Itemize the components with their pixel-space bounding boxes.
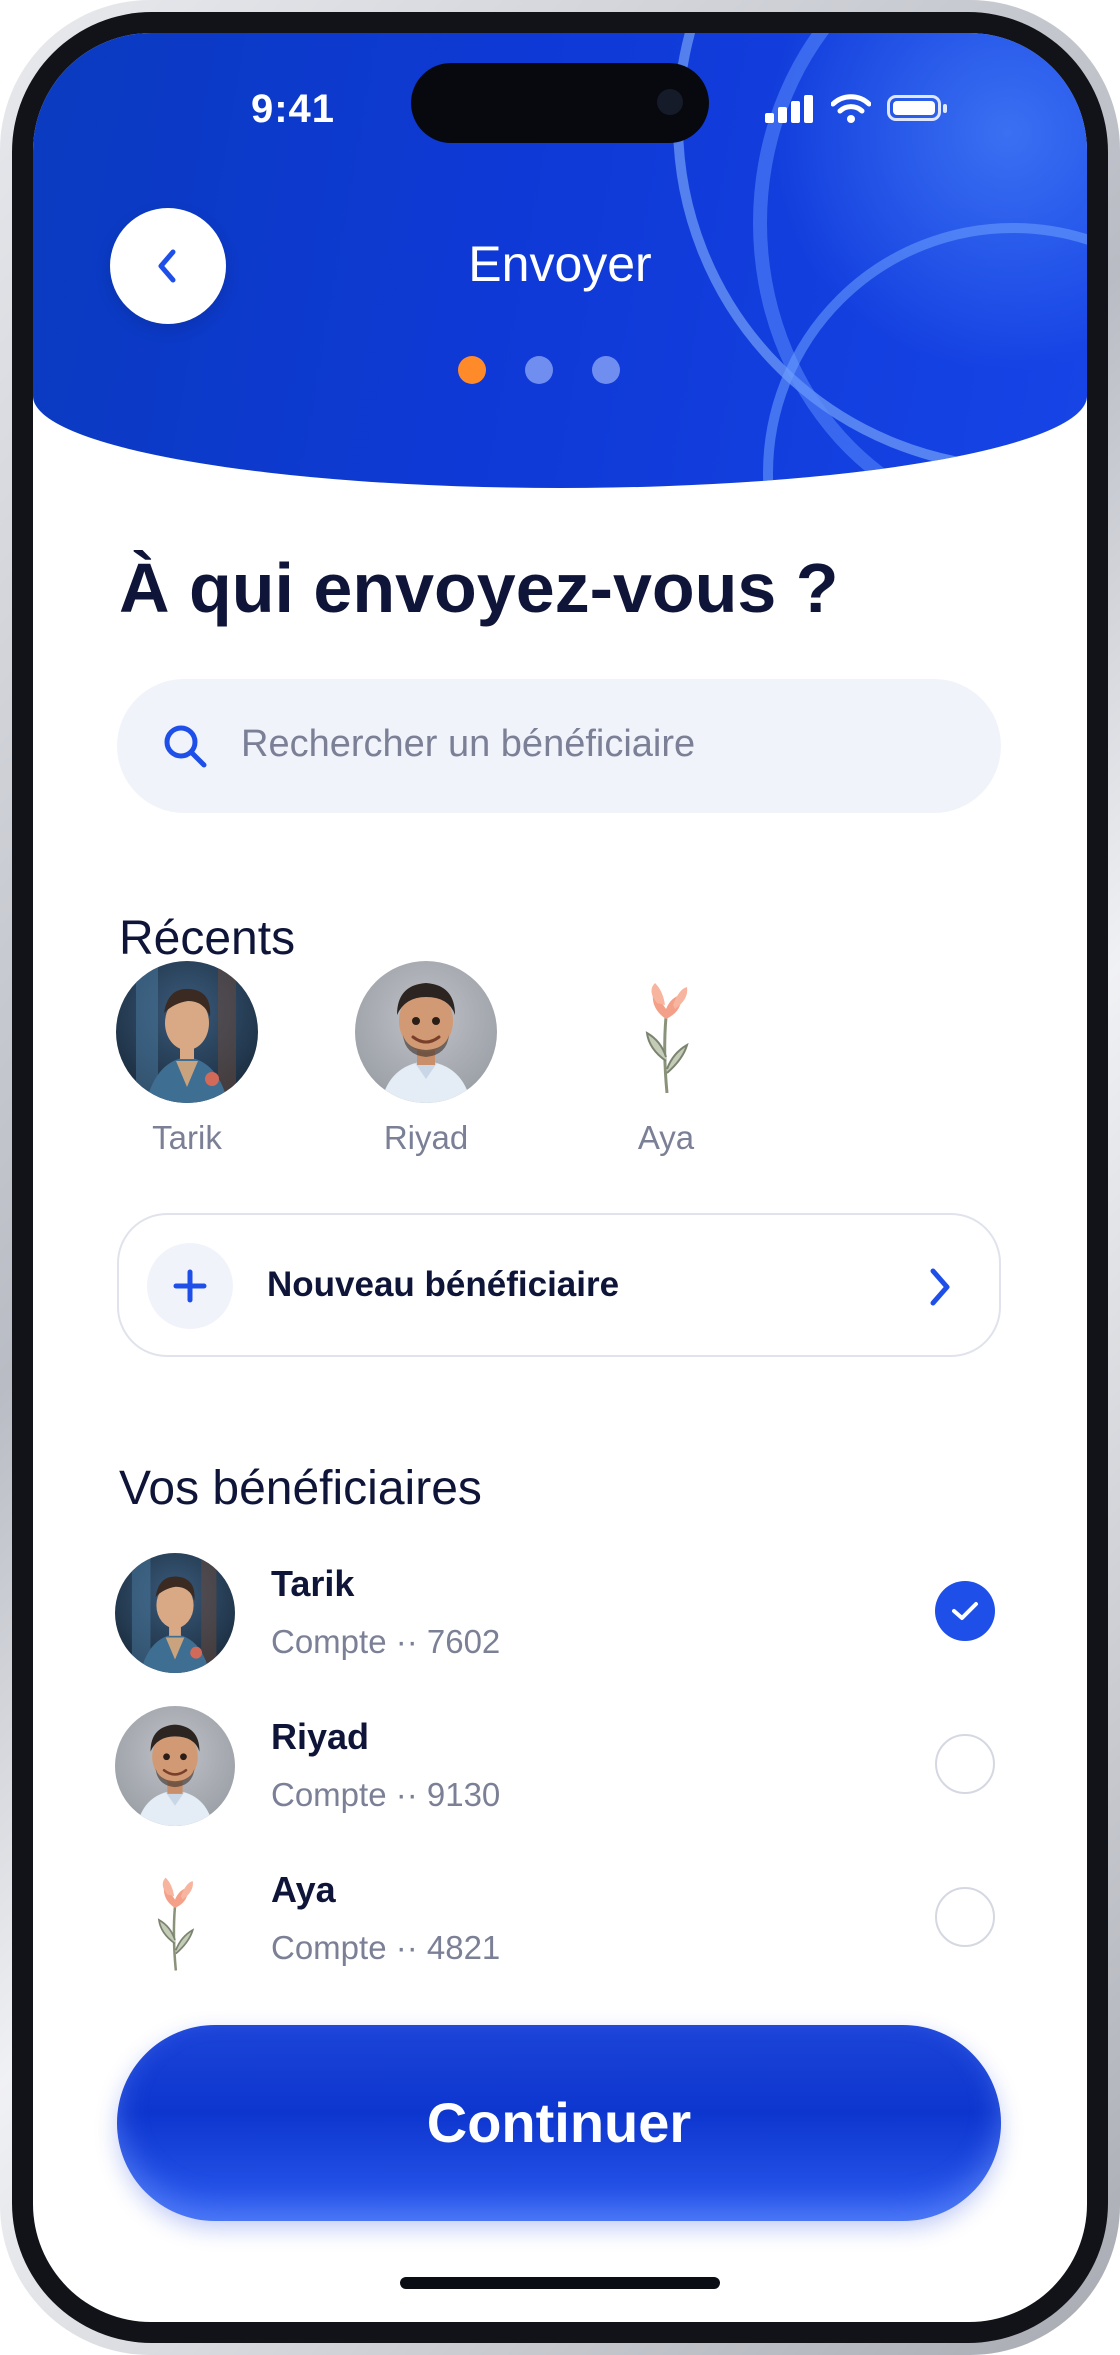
avatar — [116, 961, 258, 1103]
select-radio-checked[interactable] — [935, 1581, 995, 1641]
recent-name: Tarik — [152, 1119, 222, 1156]
beneficiary-row-aya[interactable]: Aya Compte ·· 4821 — [115, 1859, 1015, 1983]
beneficiary-name: Aya — [271, 1869, 336, 1910]
recents-title: Récents — [119, 912, 296, 965]
flower-icon — [115, 1859, 235, 1979]
new-beneficiary-label: Nouveau bénéficiaire — [267, 1265, 620, 1304]
recent-name: Aya — [637, 1119, 695, 1156]
main-content: À qui envoyez-vous ? Rechercher un bénéf… — [33, 33, 1087, 2322]
avatar — [115, 1706, 235, 1826]
plus-icon — [147, 1243, 233, 1329]
flower-icon — [595, 961, 737, 1103]
beneficiaries-title: Vos bénéficiaires — [119, 1462, 482, 1515]
recent-contact-riyad[interactable]: Riyad — [346, 961, 506, 1157]
select-radio[interactable] — [935, 1734, 995, 1794]
recent-name: Riyad — [383, 1119, 469, 1156]
beneficiary-name: Tarik — [271, 1563, 355, 1604]
app-screen: 9:41 Envoyer À qui envoyez-vous ? Recher… — [33, 33, 1087, 2322]
chevron-right-icon — [930, 1268, 950, 1306]
recent-contact-tarik[interactable]: Tarik — [107, 961, 267, 1157]
beneficiary-row-riyad[interactable]: Riyad Compte ·· 9130 — [115, 1706, 1015, 1830]
continue-button[interactable]: Continuer — [117, 2025, 1001, 2221]
search-icon — [164, 725, 207, 768]
new-beneficiary-button[interactable]: Nouveau bénéficiaire — [117, 1213, 1001, 1357]
beneficiary-name: Riyad — [271, 1716, 370, 1757]
search-placeholder: Rechercher un bénéficiaire — [241, 723, 696, 765]
checkmark-icon — [952, 1602, 978, 1620]
select-radio[interactable] — [935, 1887, 995, 1947]
question-heading: À qui envoyez-vous ? — [119, 549, 839, 627]
home-indicator[interactable] — [400, 2277, 720, 2289]
beneficiary-account: Compte ·· 4821 — [271, 1929, 501, 1966]
beneficiary-row-tarik[interactable]: Tarik Compte ·· 7602 — [115, 1553, 1015, 1677]
recent-contact-aya[interactable]: Aya — [586, 961, 746, 1157]
avatar — [355, 961, 497, 1103]
beneficiary-account: Compte ·· 9130 — [271, 1776, 501, 1813]
search-input[interactable]: Rechercher un bénéficiaire — [117, 679, 1001, 813]
beneficiary-account: Compte ·· 7602 — [271, 1623, 501, 1660]
avatar — [115, 1553, 235, 1673]
